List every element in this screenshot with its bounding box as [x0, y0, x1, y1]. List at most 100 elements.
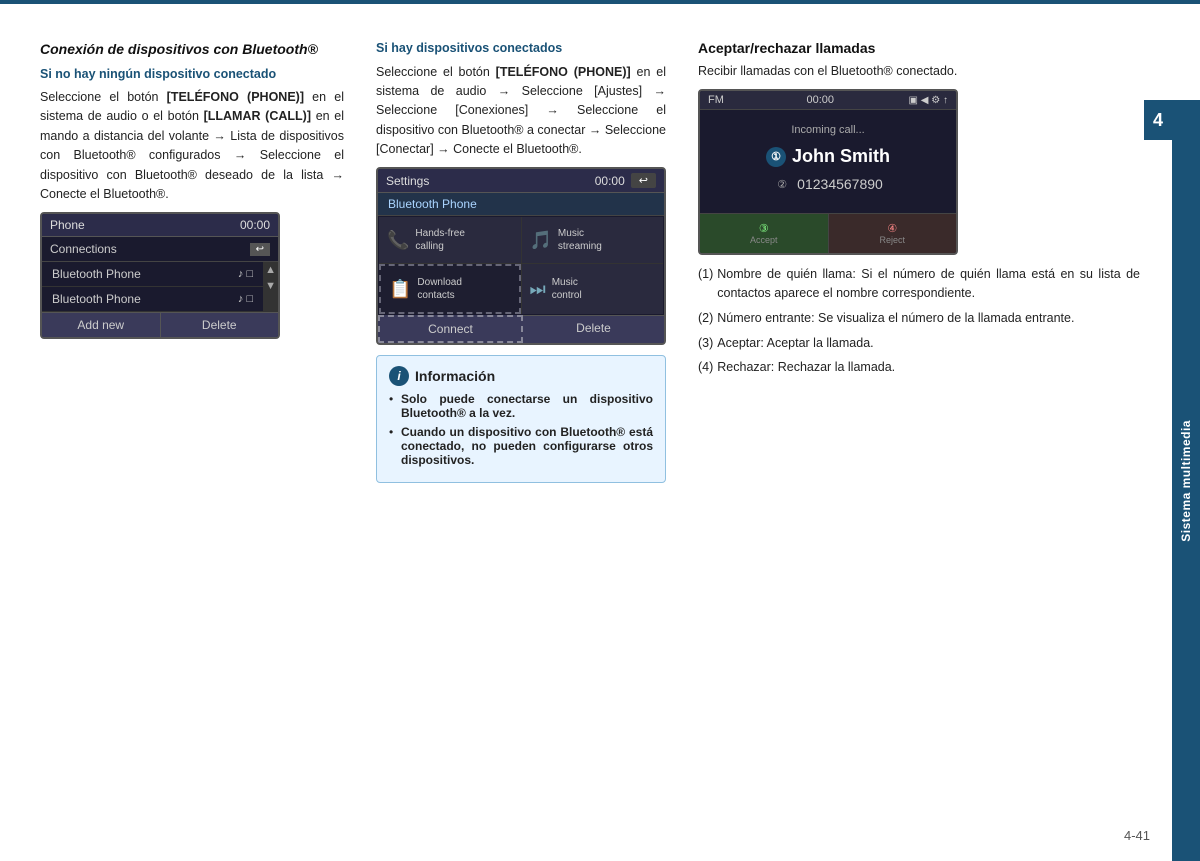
accept-label: Accept: [708, 235, 820, 245]
mid-para1-bold: [TELÉFONO (PHONE)]: [496, 65, 631, 79]
connections-label: Connections: [50, 242, 250, 256]
info-icon: i: [389, 366, 409, 386]
feature-handsfree[interactable]: 📞 Hands-freecalling: [379, 217, 521, 263]
handsfree-icon: 📞: [387, 230, 409, 251]
music-control-icon: ⏭: [530, 279, 546, 300]
top-accent-line: [0, 0, 1200, 4]
settings-delete-button[interactable]: Delete: [523, 315, 664, 343]
note-1-num: (1): [698, 265, 713, 303]
accept-button[interactable]: ③ Accept: [700, 214, 829, 253]
left-column: Conexión de dispositivos con Bluetooth® …: [40, 30, 360, 821]
reject-label: Reject: [837, 235, 949, 245]
note-3-text: Aceptar: Aceptar la llamada.: [717, 334, 873, 353]
chapter-number: 4: [1153, 110, 1163, 131]
left-para1-bold2: [LLAMAR (CALL)]: [204, 109, 311, 123]
caller-name-text: John Smith: [792, 146, 890, 167]
right-section-title: Aceptar/rechazar llamadas: [698, 40, 1140, 56]
incoming-label: Incoming call...: [710, 124, 946, 136]
fm-time: 00:00: [732, 94, 909, 106]
note-2-num: (2): [698, 309, 713, 328]
caller-number-row: ② 01234567890: [710, 175, 946, 193]
connections-back-button[interactable]: ↩: [250, 243, 270, 256]
note-2-text: Número entrante: Se visualiza el número …: [717, 309, 1074, 328]
caller-name-row: ① John Smith: [710, 146, 946, 167]
info-header-label: Información: [415, 368, 495, 384]
note-2: (2) Número entrante: Se visualiza el núm…: [698, 309, 1140, 328]
left-para1-bold1: [TELÉFONO (PHONE)]: [167, 90, 304, 104]
contacts-icon: 📋: [389, 279, 411, 300]
reject-badge: ④: [887, 223, 897, 235]
caller-badge-2: ②: [773, 175, 791, 193]
settings-screen-header: Settings 00:00 ↩: [378, 169, 664, 193]
info-item-1: Solo puede conectarse un dispositivo Blu…: [389, 392, 653, 420]
feature-music-control[interactable]: ⏭ Musiccontrol: [522, 264, 664, 314]
accept-badge: ③: [759, 223, 769, 235]
bt-item1-icons: ♪ □: [238, 268, 253, 280]
phone-screen-mockup: Phone 00:00 Connections ↩ Bluetooth Phon…: [40, 212, 280, 339]
bt-item2-label: Bluetooth Phone: [52, 292, 141, 306]
left-section-title: Conexión de dispositivos con Bluetooth®: [40, 40, 344, 60]
note-1-text: Nombre de quién llama: Si el número de q…: [717, 265, 1140, 303]
info-box: i Información Solo puede conectarse un d…: [376, 355, 666, 483]
left-para1: Seleccione el botón [TELÉFONO (PHONE)] e…: [40, 88, 344, 204]
settings-time: 00:00: [595, 174, 625, 188]
bt-list-item-2[interactable]: Bluetooth Phone ♪ □: [42, 287, 263, 312]
mid-para1: Seleccione el botón [TELÉFONO (PHONE)] e…: [376, 63, 666, 160]
info-list: Solo puede conectarse un dispositivo Blu…: [389, 392, 653, 467]
chapter-badge: 4: [1144, 100, 1172, 140]
scroll-down-icon: ▼: [265, 280, 276, 292]
contacts-label: Downloadcontacts: [417, 276, 461, 302]
note-3: (3) Aceptar: Aceptar la llamada.: [698, 334, 1140, 353]
right-column: Aceptar/rechazar llamadas Recibir llamad…: [682, 30, 1140, 821]
bt-item2-icons: ♪ □: [238, 293, 253, 305]
scroll-up-icon: ▲: [265, 264, 276, 276]
phone-screen-time: 00:00: [240, 218, 270, 232]
streaming-icon: 🎵: [530, 230, 552, 251]
note-4-num: (4): [698, 358, 713, 377]
feature-contacts[interactable]: 📋 Downloadcontacts: [379, 264, 521, 314]
settings-bottom-buttons: Connect Delete: [378, 315, 664, 343]
fm-bar: FM 00:00 ▣ ◀ ⚙ ↑: [700, 91, 956, 110]
page-number: 4-41: [1124, 828, 1150, 843]
phone-bottom-buttons: Add new Delete: [42, 312, 278, 337]
bt-list-item-1[interactable]: Bluetooth Phone ♪ □: [42, 262, 263, 287]
incoming-call-screen: FM 00:00 ▣ ◀ ⚙ ↑ Incoming call... ① John…: [698, 89, 958, 255]
feature-streaming[interactable]: 🎵 Musicstreaming: [522, 217, 664, 263]
handsfree-label: Hands-freecalling: [415, 227, 464, 253]
incoming-content: Incoming call... ① John Smith ② 01234567…: [700, 110, 956, 213]
fm-icons: ▣ ◀ ⚙ ↑: [909, 95, 948, 106]
call-buttons: ③ Accept ④ Reject: [700, 213, 956, 253]
scroll-arrows: ▲ ▼: [263, 262, 278, 312]
bt-list-area: Bluetooth Phone ♪ □ Bluetooth Phone ♪ □ …: [42, 262, 278, 312]
phone-screen-header: Phone 00:00: [42, 214, 278, 237]
middle-column: Si hay dispositivos conectados Seleccion…: [360, 30, 682, 821]
notes-list: (1) Nombre de quién llama: Si el número …: [698, 265, 1140, 377]
main-content: Conexión de dispositivos con Bluetooth® …: [40, 30, 1140, 821]
info-box-header: i Información: [389, 366, 653, 386]
caller-badge-1: ①: [766, 147, 786, 167]
mid-subtitle1: Si hay dispositivos conectados: [376, 40, 666, 58]
info-item-2: Cuando un dispositivo con Bluetooth® est…: [389, 425, 653, 467]
connections-row: Connections ↩: [42, 237, 278, 262]
music-control-label: Musiccontrol: [552, 276, 582, 302]
settings-back-button[interactable]: ↩: [631, 173, 656, 188]
note-1: (1) Nombre de quién llama: Si el número …: [698, 265, 1140, 303]
note-3-num: (3): [698, 334, 713, 353]
settings-title: Settings: [386, 174, 595, 188]
bt-list-items: Bluetooth Phone ♪ □ Bluetooth Phone ♪ □: [42, 262, 263, 312]
left-subtitle1: Si no hay ningún dispositivo conectado: [40, 66, 344, 84]
phone-screen-title: Phone: [50, 218, 240, 232]
left-title-text: Conexión de dispositivos con Bluetooth®: [40, 41, 318, 57]
connect-button[interactable]: Connect: [378, 315, 523, 343]
caller-number-text: 01234567890: [797, 176, 883, 192]
note-4-text: Rechazar: Rechazar la llamada.: [717, 358, 895, 377]
streaming-label: Musicstreaming: [558, 227, 602, 253]
fm-title: FM: [708, 94, 724, 106]
settings-screen-subtitle: Bluetooth Phone: [378, 193, 664, 216]
note-4: (4) Rechazar: Rechazar la llamada.: [698, 358, 1140, 377]
feature-grid: 📞 Hands-freecalling 🎵 Musicstreaming 📋 D…: [379, 217, 663, 314]
sidebar-label: Sistema multimedia: [1172, 100, 1200, 861]
reject-button[interactable]: ④ Reject: [829, 214, 957, 253]
delete-button[interactable]: Delete: [161, 312, 279, 337]
add-new-button[interactable]: Add new: [42, 312, 161, 337]
